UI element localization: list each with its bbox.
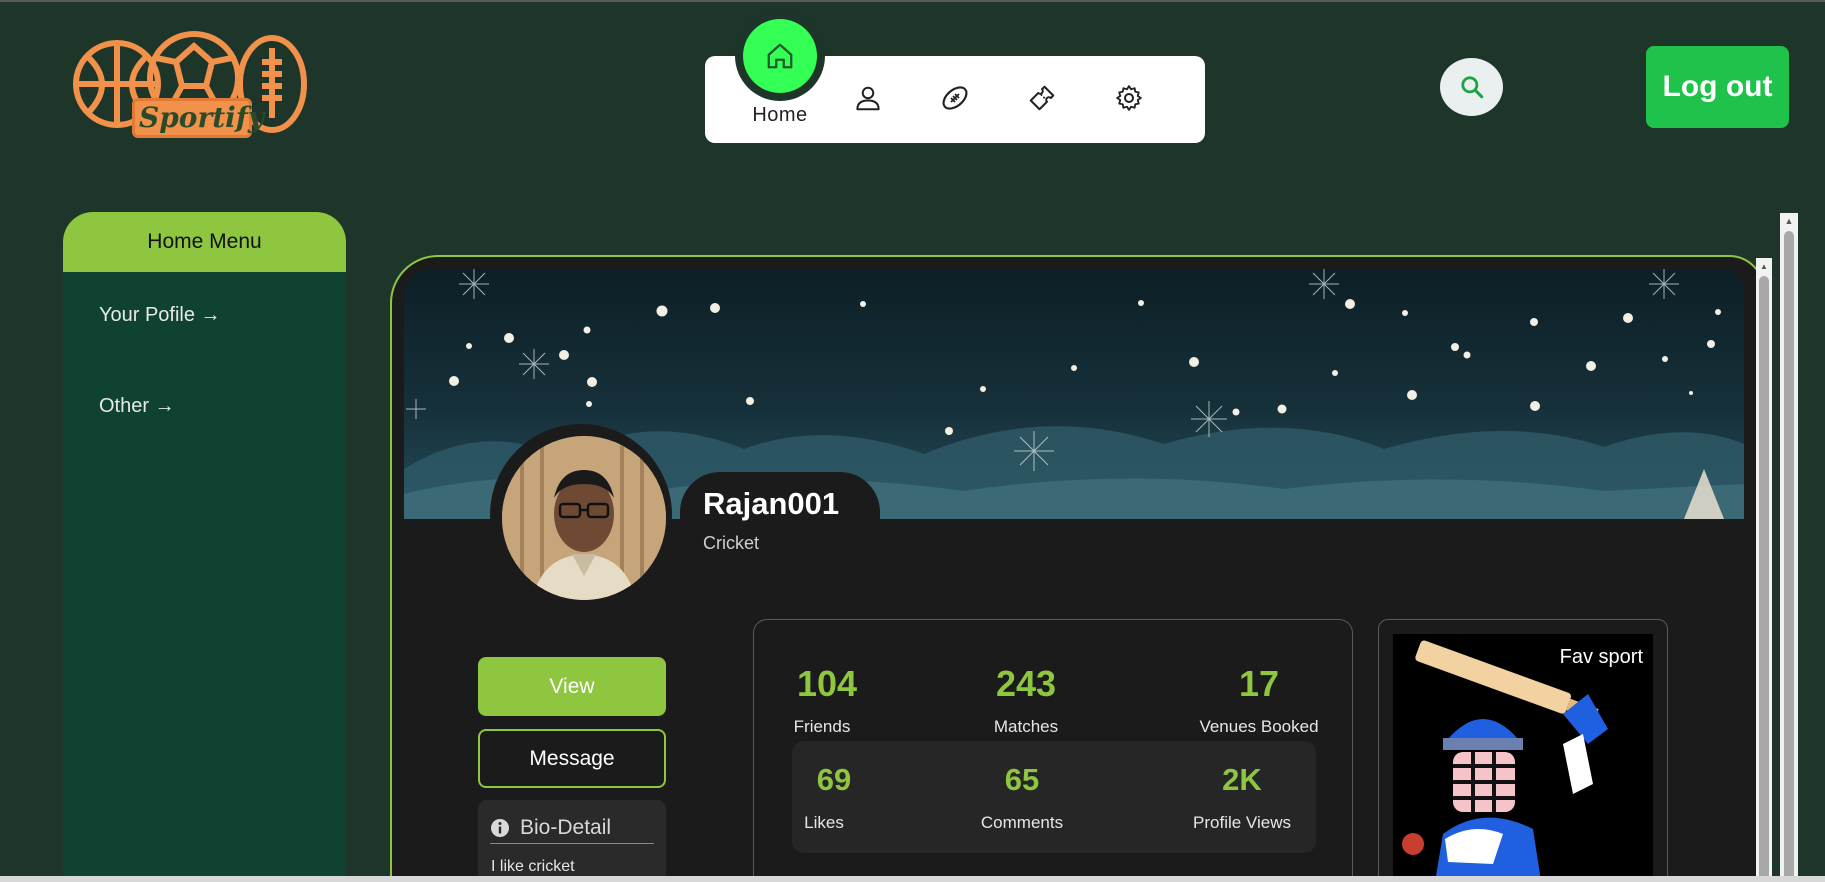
sidebar-item-other[interactable]: Other → bbox=[99, 395, 175, 418]
engagement-stats: 69 Likes 65 Comments 2K Profile Views bbox=[792, 741, 1316, 853]
sidebar-item-your-profile[interactable]: Your Pofile → bbox=[99, 304, 221, 327]
fav-sport-image[interactable]: Fav sport bbox=[1393, 634, 1653, 882]
message-button[interactable]: Message bbox=[478, 729, 666, 788]
info-icon bbox=[491, 818, 509, 837]
scroll-up-arrow-icon[interactable]: ▲ bbox=[1780, 213, 1798, 229]
card-scrollbar-thumb[interactable] bbox=[1759, 276, 1769, 882]
nav-settings-button[interactable] bbox=[1111, 80, 1147, 116]
user-photo bbox=[502, 436, 666, 600]
logo-text: Sportify bbox=[132, 98, 264, 138]
nav-home-label: Home bbox=[752, 104, 808, 126]
football-icon bbox=[942, 86, 968, 110]
sportify-logo[interactable]: Sportify bbox=[72, 26, 312, 144]
stats-panel: 104 Friends 243 Matches 17 Venues Booked… bbox=[753, 619, 1353, 882]
window-top-border bbox=[0, 0, 1825, 2]
fav-sport-panel: Fav sport bbox=[1378, 619, 1668, 882]
bio-header: Bio-Detail bbox=[490, 812, 654, 844]
sidebar: Home Menu Your Pofile → Other → bbox=[63, 212, 346, 882]
friends-label: Friends bbox=[793, 717, 851, 736]
search-button[interactable] bbox=[1440, 58, 1503, 116]
bio-text: I like cricket bbox=[491, 858, 575, 875]
profile-views-label: Profile Views bbox=[1193, 813, 1291, 832]
avatar[interactable] bbox=[502, 436, 666, 600]
likes-label: Likes bbox=[804, 813, 844, 832]
cricket-batsman-icon bbox=[1393, 634, 1653, 882]
nav-home-button[interactable] bbox=[743, 19, 817, 93]
matches-count: 243 bbox=[995, 663, 1057, 704]
logout-button[interactable]: Log out bbox=[1646, 46, 1789, 128]
nav-bookings-button[interactable] bbox=[1024, 80, 1060, 116]
nav-profile-button[interactable] bbox=[850, 80, 886, 116]
page-scrollbar[interactable]: ▲ bbox=[1780, 213, 1798, 882]
profile-views-count: 2K bbox=[1222, 762, 1262, 797]
home-icon bbox=[767, 43, 793, 69]
horizontal-scrollbar[interactable] bbox=[0, 876, 1825, 882]
bio-title: Bio-Detail bbox=[520, 815, 612, 839]
user-icon bbox=[856, 86, 880, 111]
venues-booked-count: 17 bbox=[1238, 663, 1280, 704]
matches-label: Matches bbox=[993, 717, 1059, 736]
friends-count: 104 bbox=[796, 663, 858, 704]
card-scroll-up-arrow-icon[interactable]: ▲ bbox=[1756, 258, 1772, 274]
page-scrollbar-thumb[interactable] bbox=[1784, 231, 1794, 882]
ticket-icon bbox=[1029, 85, 1055, 111]
sidebar-title: Home Menu bbox=[63, 212, 346, 272]
view-button[interactable]: View bbox=[478, 657, 666, 716]
username: Rajan001 bbox=[703, 486, 840, 521]
comments-label: Comments bbox=[980, 813, 1064, 832]
comments-count: 65 bbox=[1004, 762, 1040, 797]
bio-panel: Bio-Detail I like cricket bbox=[478, 800, 666, 882]
likes-count: 69 bbox=[816, 762, 852, 797]
nav-sports-button[interactable] bbox=[937, 80, 973, 116]
user-sport: Cricket bbox=[703, 533, 760, 553]
card-scrollbar[interactable]: ▲ bbox=[1756, 258, 1772, 882]
venues-booked-label: Venues Booked bbox=[1199, 717, 1319, 736]
fav-sport-label: Fav sport bbox=[1559, 646, 1643, 668]
search-icon bbox=[1460, 76, 1483, 99]
gear-icon bbox=[1116, 85, 1142, 111]
